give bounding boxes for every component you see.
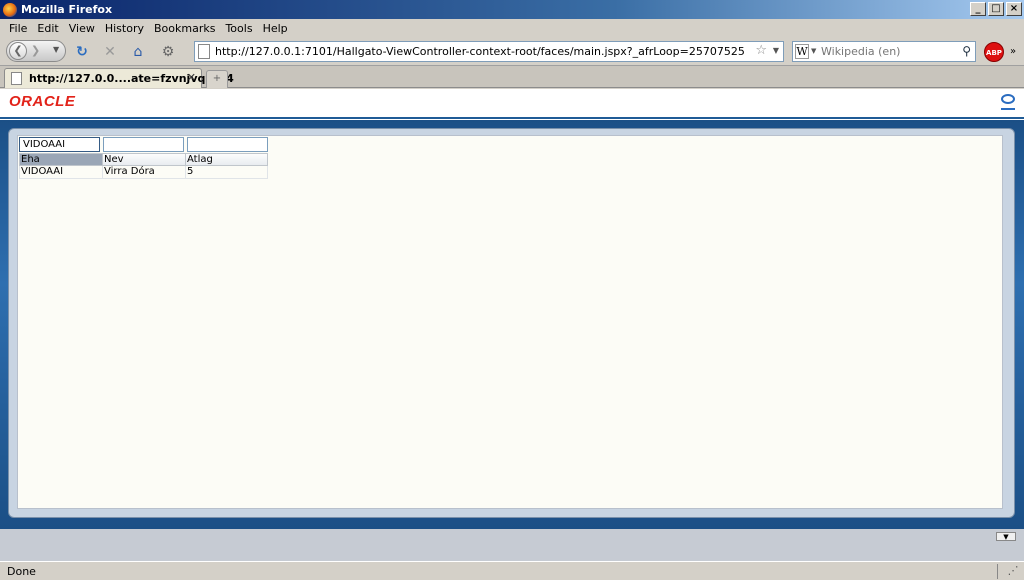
- tab-bar: http://127.0.0....ate=fzvnjvq96_4 ✕ +: [0, 66, 1024, 88]
- status-divider: [997, 564, 998, 579]
- column-header-atlag[interactable]: Atlag: [185, 153, 268, 166]
- branding-header: ORACLE: [0, 89, 1024, 119]
- new-tab-button[interactable]: +: [206, 70, 228, 88]
- tab-label: http://127.0.0....ate=fzvnjvq96_4: [29, 72, 234, 85]
- adblock-button[interactable]: ABP: [984, 42, 1004, 62]
- toolbar-overflow-icon[interactable]: »: [1010, 46, 1016, 57]
- page-icon: [198, 44, 210, 59]
- table-row[interactable]: VIDOAAI Virra Dóra 5: [19, 166, 268, 179]
- cell-atlag: 5: [185, 166, 268, 179]
- tab-page-icon: [11, 72, 22, 85]
- stop-icon[interactable]: ✕: [102, 44, 118, 60]
- menu-tools[interactable]: Tools: [220, 22, 257, 35]
- menu-view[interactable]: View: [64, 22, 100, 35]
- firefox-icon: [3, 2, 17, 17]
- oracle-logo: ORACLE: [9, 93, 76, 110]
- addon-icon[interactable]: ⚙: [160, 44, 176, 60]
- cell-eha: VIDOAAI: [19, 166, 102, 179]
- reload-icon[interactable]: ↻: [74, 44, 90, 60]
- table-header: Eha Nev Atlag: [19, 153, 268, 166]
- content-frame: Eha Nev Atlag VIDOAAI Virra Dóra 5: [0, 120, 1024, 529]
- tab-close-icon[interactable]: ✕: [187, 71, 196, 84]
- menubar: File Edit View History Bookmarks Tools H…: [0, 19, 1024, 38]
- status-bar: Done ⋰: [0, 561, 1024, 580]
- back-forward-group: ❮ ❯ ▼: [6, 40, 66, 62]
- close-button[interactable]: ×: [1006, 2, 1022, 16]
- menu-edit[interactable]: Edit: [32, 22, 63, 35]
- filter-row: [19, 137, 271, 152]
- engine-dropdown-icon[interactable]: ▼: [811, 47, 816, 55]
- forward-icon[interactable]: ❯: [31, 44, 40, 57]
- minimize-button[interactable]: _: [970, 2, 986, 16]
- status-text: Done: [7, 565, 36, 578]
- menu-history[interactable]: History: [100, 22, 149, 35]
- maximize-button[interactable]: □: [988, 2, 1004, 16]
- menu-help[interactable]: Help: [258, 22, 293, 35]
- oracle-ring-icon: [1001, 94, 1015, 104]
- search-bar[interactable]: W ▼ ⚲: [792, 41, 976, 62]
- url-bar[interactable]: ☆ ▼: [194, 41, 784, 62]
- panel-inner: Eha Nev Atlag VIDOAAI Virra Dóra 5: [17, 135, 1003, 509]
- home-icon[interactable]: ⌂: [130, 44, 146, 60]
- star-icon[interactable]: ☆: [755, 43, 767, 58]
- cell-nev: Virra Dóra: [102, 166, 185, 179]
- window-title: Mozilla Firefox: [21, 3, 113, 16]
- column-header-eha[interactable]: Eha: [19, 153, 102, 166]
- filter-atlag-input[interactable]: [187, 137, 268, 152]
- resize-grip-icon[interactable]: ⋰: [1006, 564, 1020, 578]
- search-icon[interactable]: ⚲: [962, 44, 971, 58]
- menu-file[interactable]: File: [4, 22, 32, 35]
- wikipedia-icon[interactable]: W: [795, 44, 809, 59]
- filter-eha-input[interactable]: [19, 137, 100, 152]
- menu-bookmarks[interactable]: Bookmarks: [149, 22, 220, 35]
- filter-nev-input[interactable]: [103, 137, 184, 152]
- tab-main[interactable]: http://127.0.0....ate=fzvnjvq96_4 ✕: [4, 68, 234, 88]
- history-dropdown-icon[interactable]: ▼: [53, 45, 59, 54]
- search-input[interactable]: [821, 43, 951, 60]
- page-content: ORACLE Eha Nev Atlag VIDOAAI Virra Dóra: [0, 89, 1024, 529]
- page-footer-area: ▼: [0, 529, 1024, 561]
- column-header-nev[interactable]: Nev: [102, 153, 185, 166]
- url-input[interactable]: [215, 43, 745, 60]
- navigation-toolbar: ❮ ❯ ▼ ↻ ✕ ⌂ ⚙ ☆ ▼ W ▼ ⚲ ABP »: [0, 38, 1024, 66]
- url-dropdown-icon[interactable]: ▼: [773, 46, 779, 55]
- scroll-dropdown-icon[interactable]: ▼: [996, 532, 1016, 541]
- back-icon[interactable]: ❮: [9, 42, 27, 60]
- window-titlebar: Mozilla Firefox _ □ ×: [0, 0, 1024, 19]
- panel-outer: Eha Nev Atlag VIDOAAI Virra Dóra 5: [8, 128, 1015, 518]
- oracle-ring-underline: [1001, 108, 1015, 110]
